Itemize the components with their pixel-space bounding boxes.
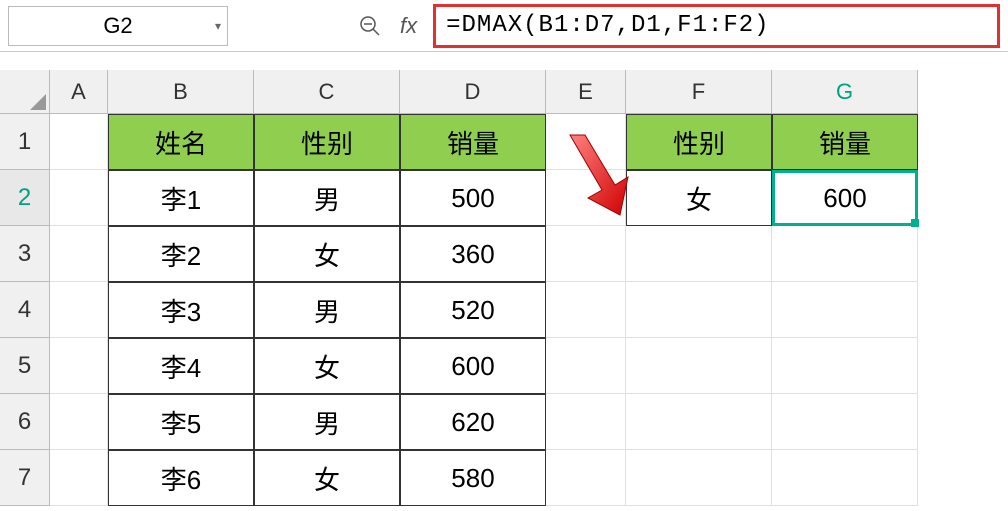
cell-C5[interactable]: 女 bbox=[254, 338, 400, 394]
cell-C7[interactable]: 女 bbox=[254, 450, 400, 506]
cell-F1[interactable]: 性别 bbox=[626, 114, 772, 170]
cell-E4[interactable] bbox=[546, 282, 626, 338]
row-header-2[interactable]: 2 bbox=[0, 170, 50, 226]
cell-A6[interactable] bbox=[50, 394, 108, 450]
cell-G2[interactable]: 600 bbox=[772, 170, 918, 226]
cell-B7[interactable]: 李6 bbox=[108, 450, 254, 506]
formula-input[interactable]: =DMAX(B1:D7,D1,F1:F2) bbox=[433, 4, 1000, 48]
col-header-D[interactable]: D bbox=[400, 70, 546, 114]
name-box-value: G2 bbox=[103, 13, 132, 39]
col-header-C[interactable]: C bbox=[254, 70, 400, 114]
cell-A4[interactable] bbox=[50, 282, 108, 338]
cell-A2[interactable] bbox=[50, 170, 108, 226]
fx-label[interactable]: fx bbox=[400, 13, 417, 39]
row-header-6[interactable]: 6 bbox=[0, 394, 50, 450]
col-header-E[interactable]: E bbox=[546, 70, 626, 114]
cell-B3[interactable]: 李2 bbox=[108, 226, 254, 282]
col-header-B[interactable]: B bbox=[108, 70, 254, 114]
cell-F2[interactable]: 女 bbox=[626, 170, 772, 226]
cell-G4[interactable] bbox=[772, 282, 918, 338]
cell-E2[interactable] bbox=[546, 170, 626, 226]
cell-C6[interactable]: 男 bbox=[254, 394, 400, 450]
cell-D4[interactable]: 520 bbox=[400, 282, 546, 338]
zoom-out-icon[interactable] bbox=[356, 12, 384, 40]
formula-bar: G2 ▾ fx =DMAX(B1:D7,D1,F1:F2) bbox=[0, 0, 1008, 52]
cell-E3[interactable] bbox=[546, 226, 626, 282]
row-header-3[interactable]: 3 bbox=[0, 226, 50, 282]
row-headers: 1 2 3 4 5 6 7 bbox=[0, 114, 50, 506]
cell-E1[interactable] bbox=[546, 114, 626, 170]
formula-text: =DMAX(B1:D7,D1,F1:F2) bbox=[446, 12, 769, 39]
cell-grid: 姓名 性别 销量 性别 销量 李1 男 500 女 600 李2 女 360 bbox=[50, 114, 918, 506]
col-header-A[interactable]: A bbox=[50, 70, 108, 114]
row-header-4[interactable]: 4 bbox=[0, 282, 50, 338]
cell-D6[interactable]: 620 bbox=[400, 394, 546, 450]
cell-F5[interactable] bbox=[626, 338, 772, 394]
name-box[interactable]: G2 ▾ bbox=[8, 6, 228, 46]
cell-E5[interactable] bbox=[546, 338, 626, 394]
cell-F3[interactable] bbox=[626, 226, 772, 282]
cell-F7[interactable] bbox=[626, 450, 772, 506]
cell-B1[interactable]: 姓名 bbox=[108, 114, 254, 170]
cell-E6[interactable] bbox=[546, 394, 626, 450]
cell-G1[interactable]: 销量 bbox=[772, 114, 918, 170]
cell-D7[interactable]: 580 bbox=[400, 450, 546, 506]
column-headers: A B C D E F G bbox=[50, 70, 918, 114]
cell-C4[interactable]: 男 bbox=[254, 282, 400, 338]
cell-D1[interactable]: 销量 bbox=[400, 114, 546, 170]
col-header-G[interactable]: G bbox=[772, 70, 918, 114]
cell-D2[interactable]: 500 bbox=[400, 170, 546, 226]
cell-C3[interactable]: 女 bbox=[254, 226, 400, 282]
cell-D5[interactable]: 600 bbox=[400, 338, 546, 394]
cell-A7[interactable] bbox=[50, 450, 108, 506]
cell-G7[interactable] bbox=[772, 450, 918, 506]
row-header-7[interactable]: 7 bbox=[0, 450, 50, 506]
cell-B2[interactable]: 李1 bbox=[108, 170, 254, 226]
cell-A1[interactable] bbox=[50, 114, 108, 170]
cell-G5[interactable] bbox=[772, 338, 918, 394]
col-header-F[interactable]: F bbox=[626, 70, 772, 114]
select-all-corner[interactable] bbox=[0, 70, 50, 114]
cell-F4[interactable] bbox=[626, 282, 772, 338]
cell-C2[interactable]: 男 bbox=[254, 170, 400, 226]
cell-A5[interactable] bbox=[50, 338, 108, 394]
cell-A3[interactable] bbox=[50, 226, 108, 282]
chevron-down-icon[interactable]: ▾ bbox=[215, 19, 221, 33]
cell-C1[interactable]: 性别 bbox=[254, 114, 400, 170]
cell-G6[interactable] bbox=[772, 394, 918, 450]
cell-E7[interactable] bbox=[546, 450, 626, 506]
cell-B6[interactable]: 李5 bbox=[108, 394, 254, 450]
cell-F6[interactable] bbox=[626, 394, 772, 450]
cell-D3[interactable]: 360 bbox=[400, 226, 546, 282]
row-header-5[interactable]: 5 bbox=[0, 338, 50, 394]
cell-G3[interactable] bbox=[772, 226, 918, 282]
cell-B4[interactable]: 李3 bbox=[108, 282, 254, 338]
row-header-1[interactable]: 1 bbox=[0, 114, 50, 170]
cell-B5[interactable]: 李4 bbox=[108, 338, 254, 394]
